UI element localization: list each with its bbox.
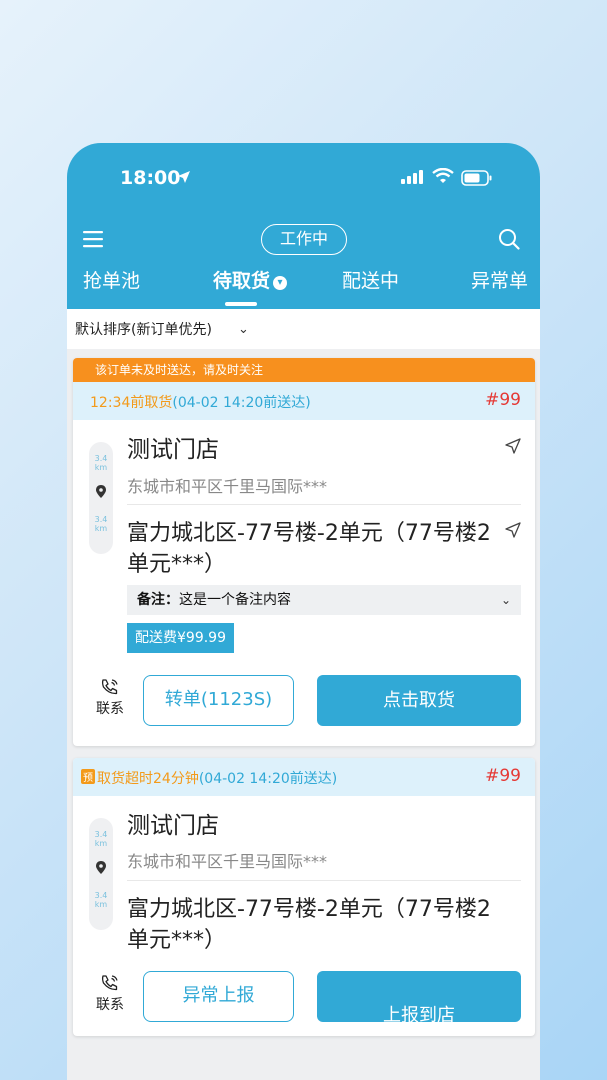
battery-icon [461, 170, 492, 186]
divider [127, 880, 521, 881]
note-text: 这是一个备注内容 [179, 592, 291, 608]
chevron-down-icon: ⌄ [500, 593, 511, 607]
tab-exception[interactable]: 异常单 [471, 266, 528, 293]
work-status-toggle[interactable]: 工作中 [261, 224, 347, 255]
status-bar: 18:00 [67, 165, 540, 191]
navigate-icon[interactable] [505, 522, 521, 538]
sort-label: 默认排序(新订单优先) [75, 322, 212, 338]
chevron-down-icon: ⌄ [238, 322, 249, 337]
phone-icon [101, 975, 118, 991]
store-name: 测试门店 [127, 437, 219, 463]
location-pin-icon [96, 485, 106, 498]
app-header: 18:00 工作中 抢单池 待取货 ▾ 配送中 异常单 [67, 143, 540, 309]
distance-unit: km [94, 900, 108, 909]
note-label: 备注： [137, 592, 179, 608]
distance-indicator: 3.4 km 3.4 km [89, 442, 113, 554]
store-address: 东城市和平区千里马国际*** [127, 852, 328, 871]
distance-unit: km [94, 463, 108, 472]
chevron-down-icon: ▾ [273, 276, 288, 290]
status-time: 18:00 [120, 167, 181, 189]
divider [127, 504, 521, 505]
distance-to-customer: 3.4 [94, 515, 108, 524]
phone-icon [101, 679, 118, 695]
contact-label: 联系 [96, 701, 124, 717]
order-time-row: 12:34前取货(04-02 14:20前送达) #99 [73, 382, 535, 420]
distance-unit: km [94, 524, 108, 533]
order-number: #99 [485, 766, 521, 786]
store-name: 测试门店 [127, 813, 219, 839]
overdue-warning-banner: 该订单未及时送达，请及时关注 [73, 358, 535, 382]
distance-to-store: 3.4 [94, 830, 108, 839]
order-card: 该订单未及时送达，请及时关注 12:34前取货(04-02 14:20前送达) … [73, 358, 535, 746]
location-pin-icon [96, 861, 106, 874]
distance-to-store: 3.4 [94, 454, 108, 463]
location-arrow-icon [178, 171, 190, 183]
cellular-signal-icon [401, 170, 423, 184]
contact-button[interactable]: 联系 [95, 974, 125, 1014]
destination-address: 富力城北区-77号楼-2单元（77号楼2单元***） [127, 521, 491, 577]
order-note[interactable]: 备注：这是一个备注内容 ⌄ [127, 585, 521, 615]
order-card: 预取货超时24分钟(04-02 14:20前送达) #99 3.4 km 3.4 k… [73, 758, 535, 1036]
tab-pending-pickup-label: 待取货 [213, 270, 271, 292]
search-icon[interactable] [498, 228, 520, 250]
report-exception-button[interactable]: 异常上报 [143, 971, 294, 1022]
sort-bar[interactable]: 默认排序(新订单优先) ⌄ [67, 309, 540, 349]
navigate-icon[interactable] [505, 438, 521, 454]
tab-grab-pool[interactable]: 抢单池 [83, 266, 140, 293]
distance-to-customer: 3.4 [94, 891, 108, 900]
wifi-icon [432, 168, 454, 183]
delivery-deadline: (04-02 14:20前送达) [198, 771, 338, 787]
tab-delivering[interactable]: 配送中 [342, 266, 399, 293]
menu-icon[interactable] [83, 230, 105, 248]
contact-button[interactable]: 联系 [95, 678, 125, 718]
tab-pending-pickup[interactable]: 待取货 ▾ [213, 266, 288, 293]
arrive-at-store-button[interactable]: 上报到店 [317, 971, 521, 1022]
distance-indicator: 3.4 km 3.4 km [89, 818, 113, 930]
pickup-overdue: 取货超时24分钟 [97, 771, 199, 787]
delivery-fee-badge: 配送费¥99.99 [127, 623, 234, 653]
order-number: #99 [485, 390, 521, 410]
active-tab-indicator [225, 302, 257, 306]
transfer-order-button[interactable]: 转单(1123S) [143, 675, 294, 726]
delivery-deadline: (04-02 14:20前送达) [172, 395, 311, 411]
pickup-button[interactable]: 点击取货 [317, 675, 521, 726]
store-address: 东城市和平区千里马国际*** [127, 477, 328, 496]
contact-label: 联系 [96, 997, 124, 1013]
reservation-badge: 预 [81, 769, 95, 784]
destination-address: 富力城北区-77号楼-2单元（77号楼2单元***） [127, 897, 491, 953]
distance-unit: km [94, 839, 108, 848]
phone-screen: 18:00 工作中 抢单池 待取货 ▾ 配送中 异常单 默认排序(新订单优先) ⌄… [67, 143, 540, 1080]
order-time-row: 预取货超时24分钟(04-02 14:20前送达) #99 [73, 758, 535, 796]
pickup-deadline: 12:34前取货 [90, 395, 173, 411]
